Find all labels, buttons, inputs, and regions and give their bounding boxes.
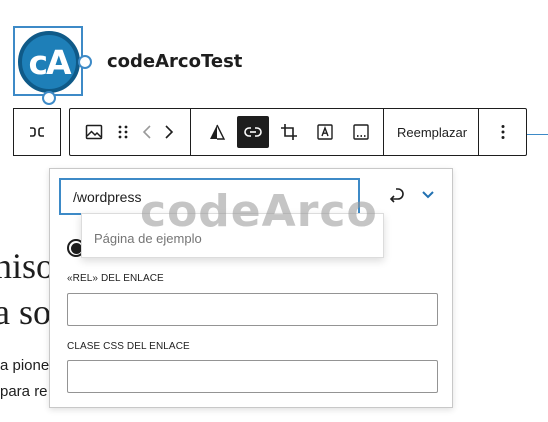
- link-popover: «REL» DEL ENLACE CLASE CSS DEL ENLACE: [49, 168, 453, 408]
- suggestion-item[interactable]: Página de ejemplo: [94, 231, 202, 246]
- background-paragraph-line: para re: [0, 383, 48, 400]
- site-logo[interactable]: cA: [13, 26, 92, 105]
- more-options-icon: [487, 116, 519, 148]
- replace-button-label: Reemplazar: [397, 124, 468, 140]
- submit-enter-icon[interactable]: [384, 184, 408, 208]
- logo-image: cA: [18, 31, 80, 93]
- toolbar-group-image: [191, 109, 384, 155]
- caption-icon[interactable]: [345, 116, 377, 148]
- background-paragraph-line: a pione: [0, 357, 50, 374]
- move-left-icon[interactable]: [136, 116, 158, 148]
- site-title[interactable]: codeArcoTest: [107, 51, 242, 72]
- drag-handle-icon[interactable]: [110, 116, 136, 148]
- select-parent-button[interactable]: [13, 108, 61, 156]
- toolbar-group-block: [70, 109, 191, 155]
- link-icon[interactable]: [237, 116, 269, 148]
- chevron-down-icon[interactable]: [416, 182, 440, 206]
- text-overlay-icon[interactable]: [309, 116, 341, 148]
- image-icon[interactable]: [78, 116, 110, 148]
- block-toolbar: Reemplazar: [69, 108, 527, 156]
- css-class-field-label: CLASE CSS DEL ENLACE: [67, 341, 190, 352]
- background-heading-line: a so: [0, 292, 51, 332]
- resize-handle-bottom[interactable]: [42, 91, 56, 105]
- css-class-field-input[interactable]: [67, 360, 438, 393]
- resize-handle-right[interactable]: [78, 55, 92, 69]
- logo-text: cA: [28, 42, 71, 82]
- background-heading-line: niso: [0, 246, 55, 286]
- separator-line: [526, 134, 548, 135]
- parent-select-icon: [21, 116, 53, 148]
- replace-button[interactable]: Reemplazar: [384, 109, 479, 155]
- move-right-icon[interactable]: [158, 116, 180, 148]
- rel-field-input[interactable]: [67, 293, 438, 326]
- more-options-button[interactable]: [479, 109, 526, 155]
- url-input[interactable]: [60, 179, 359, 214]
- duotone-icon[interactable]: [201, 116, 233, 148]
- link-suggestions-list: Página de ejemplo: [81, 213, 384, 258]
- crop-icon[interactable]: [273, 116, 305, 148]
- rel-field-label: «REL» DEL ENLACE: [67, 273, 164, 284]
